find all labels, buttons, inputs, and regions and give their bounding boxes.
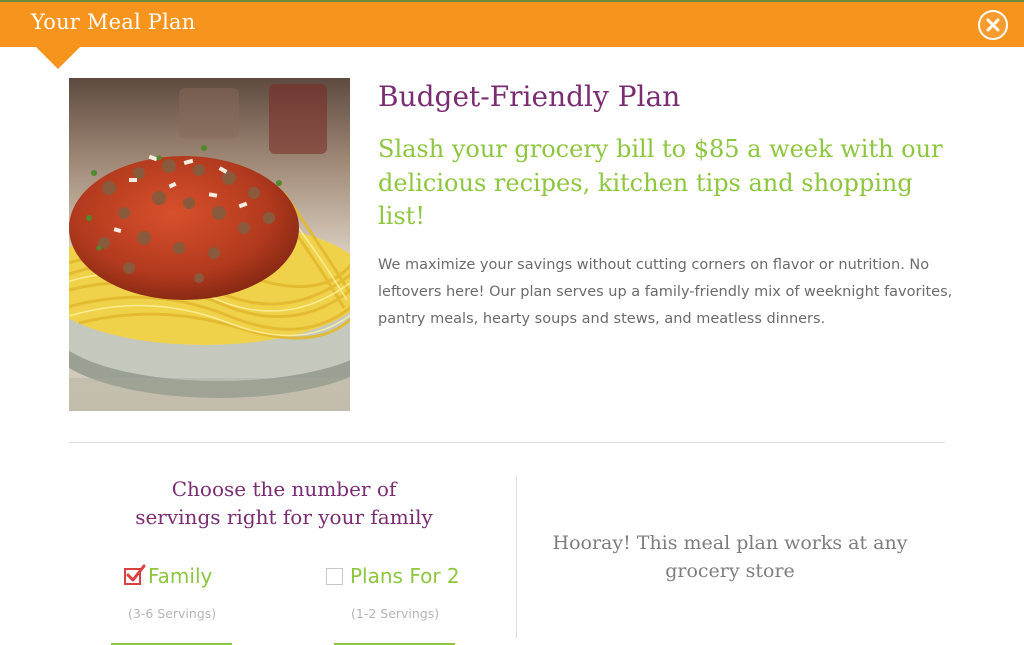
plan-description: We maximize your savings without cutting… — [378, 257, 953, 327]
close-icon — [986, 18, 1000, 32]
plan-title: Budget-Friendly Plan — [378, 80, 681, 113]
family-option-label: Family — [148, 564, 213, 588]
header-pointer — [36, 47, 80, 69]
store-note-line2: grocery store — [665, 560, 795, 582]
modal-title: Your Meal Plan — [31, 10, 196, 34]
store-note-line1: Hooray! This meal plan works at any — [552, 532, 908, 554]
plans-for-2-option-label: Plans For 2 — [350, 564, 460, 588]
family-option[interactable]: Family — [124, 564, 212, 588]
servings-heading-line1: Choose the number of — [171, 477, 397, 501]
servings-heading-line2: servings right for your family — [135, 505, 433, 529]
servings-heading: Choose the number of servings right for … — [96, 475, 472, 531]
plans-for-2-option[interactable]: Plans For 2 — [326, 564, 460, 588]
family-checkbox[interactable] — [124, 564, 146, 585]
plan-subtitle: Slash your grocery bill to $85 a week wi… — [378, 135, 943, 230]
modal-header: Your Meal Plan — [0, 0, 1024, 47]
column-divider — [516, 476, 517, 638]
store-note: Hooray! This meal plan works at any groc… — [530, 529, 930, 585]
family-option-sublabel: (3-6 Servings) — [128, 606, 217, 621]
section-divider — [69, 442, 945, 443]
meal-photo — [69, 78, 350, 411]
plans-for-2-checkbox[interactable] — [326, 567, 343, 585]
checkmark-icon — [126, 564, 146, 581]
close-button[interactable] — [978, 10, 1008, 40]
plans-for-2-option-sublabel: (1-2 Servings) — [351, 606, 440, 621]
